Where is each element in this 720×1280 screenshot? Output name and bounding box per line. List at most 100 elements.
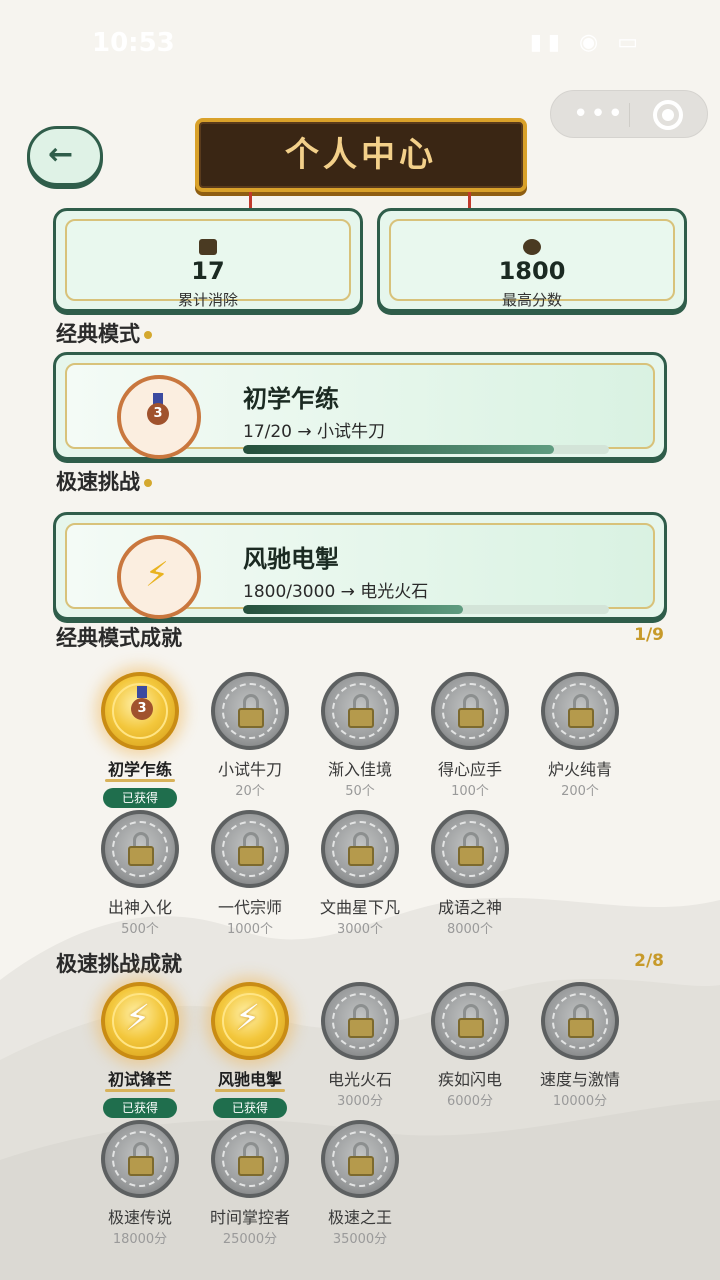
trophy-icon [523,239,541,255]
achievement-item[interactable]: ⚡ 风驰电掣已获得 [195,982,305,1118]
stat-card-inner: 17 累计消除 [65,219,351,309]
section-title: 经典模式 [56,322,140,346]
achievement-name: 一代宗师 [217,898,282,917]
achievement-item[interactable]: 炉火纯青 200个 [525,672,635,802]
achievement-requirement: 100个 [451,784,489,799]
achievement-name: 文曲星下凡 [319,898,400,917]
achievement-item[interactable]: 时间掌控者 25000分 [195,1120,305,1250]
speed-achievements-count: 2/8 [634,951,664,971]
lock-icon [238,846,264,866]
achievement-item[interactable]: 渐入佳境 50个 [305,672,415,802]
stat-value: 17 [191,257,225,285]
capsule-divider [629,103,630,127]
speed-achievements-heading: 极速挑战成就 [56,952,182,976]
achievement-name: 风驰电掣 [217,1070,282,1089]
achievement-item[interactable]: 出神入化 500个 [85,810,195,940]
locked-coin [541,672,619,750]
achievement-item[interactable]: 得心应手 100个 [415,672,525,802]
lock-icon [128,846,154,866]
miniprogram-capsule: ••• [550,90,708,138]
status-bar: 10:53 ▮▮ ◉ ▭ [0,28,720,64]
achievement-item[interactable]: 一代宗师 1000个 [195,810,305,940]
bronze-medal-icon: 3 [131,698,153,720]
achievement-item[interactable]: 文曲星下凡 3000个 [305,810,415,940]
achievement-coin: 3 [101,672,179,750]
locked-coin [321,810,399,888]
heading-dot [144,479,152,487]
achievement-item[interactable]: 极速之王 35000分 [305,1120,415,1250]
achievement-item[interactable]: 成语之神 8000个 [415,810,525,940]
classic-mode-heading: 经典模式 [56,318,152,348]
status-time: 10:53 [92,28,175,58]
achievement-item[interactable]: 3 初学乍练已获得 [85,672,195,808]
achievement-underline [215,1089,285,1092]
achievement-underline [105,779,175,782]
achievement-underline [105,1089,175,1092]
more-icon[interactable]: ••• [573,99,625,129]
mode-card-inner: ⚡ 风驰电掣 1800/3000 → 电光火石 [65,523,655,619]
lock-icon [238,708,264,728]
classic-mode-card[interactable]: 3 初学乍练 17/20 → 小试牛刀 [53,352,667,460]
locked-coin [211,810,289,888]
stat-label: 累计消除 [177,291,238,309]
page-title: 个人中心 [285,135,437,175]
lock-icon [458,846,484,866]
locked-coin [431,982,509,1060]
heading-dot [144,331,152,339]
progress-fill [243,445,555,454]
lock-icon [568,1018,594,1038]
locked-coin [541,982,619,1060]
achievement-name: 出神入化 [107,898,172,917]
medal-ribbon-icon [137,686,147,698]
locked-coin [431,810,509,888]
locked-coin [101,810,179,888]
lock-icon [348,708,374,728]
classic-achievements-heading: 经典模式成就 [56,626,182,650]
close-miniprogram-icon[interactable] [653,100,683,130]
stat-label: 最高分数 [501,291,562,309]
locked-coin [321,672,399,750]
achievement-item[interactable]: 疾如闪电 6000分 [415,982,525,1112]
locked-coin [431,672,509,750]
lock-icon [458,708,484,728]
earned-badge: 已获得 [103,788,177,808]
achievement-name: 初学乍练 [107,760,172,779]
achievement-name: 得心应手 [437,760,502,779]
mode-rank-name: 初学乍练 [243,385,339,413]
locked-coin [211,1120,289,1198]
achievement-item[interactable]: ⚡ 初试锋芒 已获得 [85,982,195,1118]
lock-icon [238,1156,264,1176]
achievement-requirement: 3000分 [336,1094,384,1109]
mode-card-inner: 3 初学乍练 17/20 → 小试牛刀 [65,363,655,459]
achievement-item[interactable]: 小试牛刀 20个 [195,672,305,802]
achievement-requirement: 10000分 [552,1094,608,1109]
speed-mode-heading: 极速挑战 [56,466,152,496]
achievement-item[interactable]: 极速传说 18000分 [85,1120,195,1250]
achievement-name: 小试牛刀 [217,760,282,779]
status-icons: ▮▮ ◉ ▭ [529,30,644,55]
back-button[interactable]: ← [27,126,103,186]
achievement-item[interactable]: 电光火石 3000分 [305,982,415,1112]
bronze-medal-badge: 3 [109,375,207,459]
achievement-item[interactable]: 速度与激情 10000分 [525,982,635,1112]
page-title-board: 个人中心 [195,118,527,192]
achievement-requirement: 18000分 [112,1232,168,1247]
achievement-name: 成语之神 [437,898,502,917]
stat-card-cleared: 17 累计消除 [53,208,363,312]
speed-mode-card[interactable]: ⚡ 风驰电掣 1800/3000 → 电光火石 [53,512,667,620]
lock-icon [128,1156,154,1176]
achievement-requirement: 20个 [235,784,265,799]
stat-card-highscore: 1800 最高分数 [377,208,687,312]
achievement-coin: ⚡ [101,982,179,1060]
locked-coin [321,982,399,1060]
achievement-coin: ⚡ [211,982,289,1060]
scroll-icon [199,239,217,255]
mode-progress-text: 1800/3000 → 电光火石 [243,582,429,602]
classic-achievements-count: 1/9 [634,625,664,645]
achievement-requirement: 200个 [561,784,599,799]
achievement-requirement: 6000分 [446,1094,494,1109]
lock-icon [568,708,594,728]
achievement-requirement: 8000个 [446,922,494,937]
lightning-badge: ⚡ [109,535,207,619]
earned-badge: 已获得 [213,1098,287,1118]
